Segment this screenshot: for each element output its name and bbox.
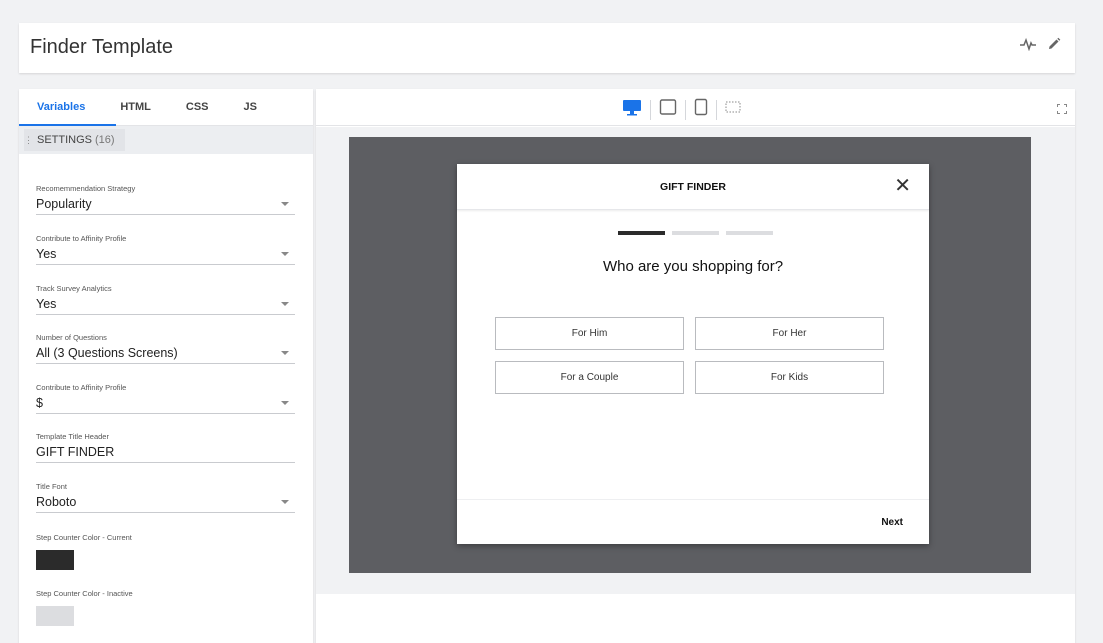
field-step-color-current: Step Counter Color - Current [36,533,295,570]
choice-for-kids[interactable]: For Kids [695,361,884,394]
field-contribute-affinity-currency[interactable]: Contribute to Affinity Profile $ [36,383,295,414]
tab-css[interactable]: CSS [186,101,209,113]
variables-panel: Variables HTML CSS JS ⋮ SETTINGS (16) Re… [19,89,313,643]
step-counter [618,231,773,235]
field-template-title-header[interactable]: Template Title Header GIFT FINDER [36,432,295,463]
field-value: Popularity [36,197,92,211]
tablet-portrait-icon[interactable] [694,98,708,121]
field-label: Contribute to Affinity Profile [36,383,127,392]
drag-handle-icon[interactable]: ⋮ [24,135,33,146]
tab-html[interactable]: HTML [120,101,151,113]
field-underline [36,314,295,315]
field-label: Template Title Header [36,432,109,441]
field-label: Track Survey Analytics [36,284,112,293]
tab-variables[interactable]: Variables [37,101,85,113]
editor-tabs: Variables HTML CSS JS [19,89,313,126]
field-underline [36,363,295,364]
modal-title: GIFT FINDER [660,181,726,193]
field-label: Step Counter Color - Inactive [36,589,133,598]
dropdown-caret-icon[interactable] [281,500,289,504]
responsive-icon[interactable] [725,100,741,119]
dropdown-caret-icon[interactable] [281,252,289,256]
field-label: Recomemmendation Strategy [36,184,136,193]
preview-stage: GIFT FINDER ✕ Who are you shopping for? … [349,137,1031,573]
dropdown-caret-icon[interactable] [281,401,289,405]
field-contribute-affinity[interactable]: Contribute to Affinity Profile Yes [36,234,295,265]
page-title: Finder Template [30,36,174,58]
step-indicator-inactive [726,231,773,235]
modal-header: GIFT FINDER ✕ [457,164,929,210]
field-underline [36,214,295,215]
field-label: Number of Questions [36,333,107,342]
desktop-icon[interactable] [622,98,642,121]
field-value: Roboto [36,495,77,509]
device-toolbar [316,89,1075,126]
choice-for-her[interactable]: For Her [695,317,884,350]
color-swatch-inactive[interactable] [36,606,74,626]
close-icon[interactable]: ✕ [894,176,911,196]
next-button[interactable]: Next [881,517,903,528]
settings-count: (16) [95,134,115,146]
field-value: All (3 Questions Screens) [36,346,178,360]
tablet-landscape-icon[interactable] [659,98,677,121]
dropdown-caret-icon[interactable] [281,302,289,306]
fullscreen-icon[interactable] [1057,101,1067,119]
gift-finder-modal: GIFT FINDER ✕ Who are you shopping for? … [457,164,929,544]
pencil-icon[interactable] [1047,37,1061,51]
header-icons [1019,37,1061,51]
field-label: Step Counter Color - Current [36,533,132,542]
field-track-survey-analytics[interactable]: Track Survey Analytics Yes [36,284,295,315]
active-tab-indicator [19,124,116,126]
modal-footer-divider [457,499,929,500]
field-underline [36,512,295,513]
field-label: Contribute to Affinity Profile [36,234,127,243]
question-text: Who are you shopping for? [602,258,784,275]
step-indicator-inactive [672,231,719,235]
field-underline [36,413,295,414]
field-title-font[interactable]: Title Font Roboto [36,482,295,513]
field-recommendation-strategy[interactable]: Recomemmendation Strategy Popularity [36,184,295,215]
header-card: Finder Template [19,23,1075,73]
field-value: $ [36,396,43,410]
preview-panel: GIFT FINDER ✕ Who are you shopping for? … [316,89,1075,643]
field-value: GIFT FINDER [36,445,115,459]
settings-section-header[interactable]: ⋮ SETTINGS (16) [19,126,313,154]
field-value: Yes [36,247,57,261]
dropdown-caret-icon[interactable] [281,351,289,355]
dropdown-caret-icon[interactable] [281,202,289,206]
choice-for-a-couple[interactable]: For a Couple [495,361,684,394]
pulse-icon[interactable] [1019,37,1037,51]
field-number-of-questions[interactable]: Number of Questions All (3 Questions Scr… [36,333,295,364]
settings-label: SETTINGS [37,134,93,146]
field-step-color-inactive: Step Counter Color - Inactive [36,589,295,626]
field-value: Yes [36,297,57,311]
field-label: Title Font [36,482,67,491]
field-underline [36,462,295,463]
field-underline [36,264,295,265]
color-swatch-current[interactable] [36,550,74,570]
choice-for-him[interactable]: For Him [495,317,684,350]
step-indicator-current [618,231,665,235]
tab-js[interactable]: JS [244,101,257,113]
